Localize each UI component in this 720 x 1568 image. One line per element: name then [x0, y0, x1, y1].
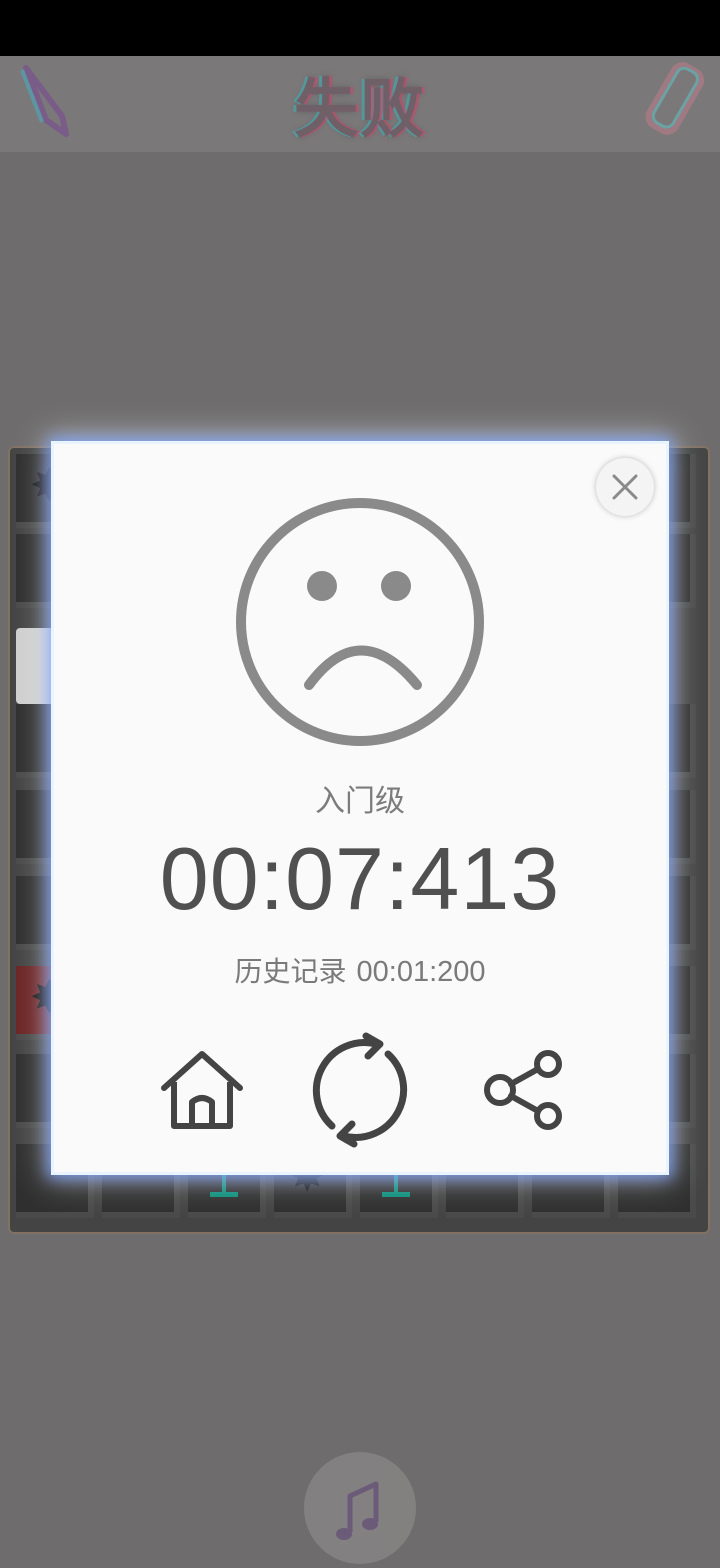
history-time: 00:01:200	[356, 956, 486, 988]
difficulty-label: 入门级	[315, 784, 405, 819]
eraser-icon[interactable]	[634, 58, 714, 138]
history-record: 历史记录 00:01:200	[0, 950, 720, 990]
home-button[interactable]	[158, 1046, 246, 1134]
home-icon	[161, 1051, 243, 1129]
status-bar	[0, 0, 720, 56]
refresh-icon	[312, 1032, 408, 1148]
share-button[interactable]	[482, 1048, 566, 1132]
sad-face-icon	[236, 498, 484, 746]
close-button[interactable]	[596, 458, 654, 516]
restart-button[interactable]	[302, 1032, 418, 1148]
page-title: 失败	[294, 73, 426, 147]
revealed-cell	[16, 628, 58, 704]
share-icon	[484, 1050, 562, 1130]
music-note-icon	[336, 1481, 379, 1540]
elapsed-time: 00:07:413	[159, 829, 561, 928]
music-button[interactable]	[304, 1452, 416, 1564]
history-label: 历史记录	[234, 955, 347, 988]
close-icon	[612, 474, 638, 500]
